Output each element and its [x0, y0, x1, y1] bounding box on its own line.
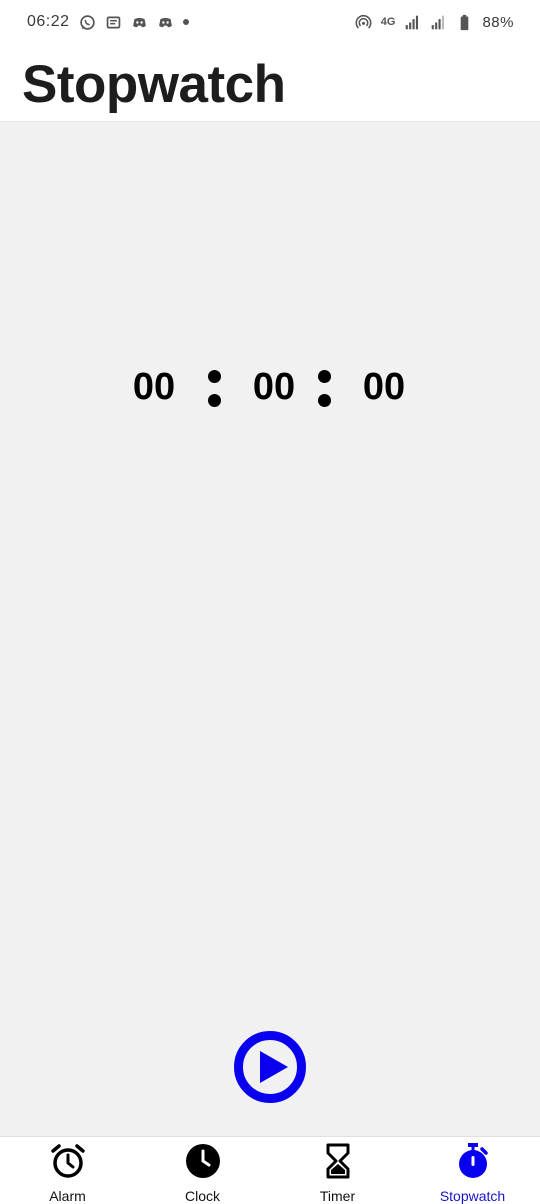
bottom-nav: Alarm Clock Timer Stopwatch [0, 1136, 540, 1204]
battery-icon [456, 14, 473, 31]
nav-label-timer: Timer [319, 1188, 356, 1204]
start-button[interactable] [234, 1031, 306, 1103]
battery-percent: 88% [482, 13, 514, 31]
colon-separator [207, 370, 221, 407]
play-icon [259, 1051, 288, 1083]
alarm-icon [50, 1143, 86, 1179]
clock-icon [185, 1143, 221, 1179]
header: Stopwatch [0, 44, 540, 122]
centiseconds-value: 00 [362, 366, 406, 408]
status-left: 06:22 [27, 13, 189, 31]
seconds-value: 00 [252, 366, 296, 408]
signal-icon [430, 14, 447, 31]
nav-item-clock[interactable]: Clock [135, 1137, 270, 1204]
nav-label-clock: Clock [184, 1188, 220, 1204]
nav-item-timer[interactable]: Timer [270, 1137, 405, 1204]
signal-icon [404, 14, 421, 31]
status-right: 4G 88% [355, 14, 514, 31]
nav-label-stopwatch: Stopwatch [439, 1188, 506, 1204]
message-icon [105, 14, 122, 31]
colon-separator [317, 370, 331, 407]
nav-label-alarm: Alarm [49, 1188, 86, 1204]
notification-dot [182, 19, 189, 25]
status-time: 06:22 [27, 13, 70, 30]
whatsapp-icon [79, 14, 96, 31]
hotspot-icon [355, 14, 372, 31]
discord-icon [157, 14, 174, 31]
nav-item-stopwatch[interactable]: Stopwatch [405, 1137, 540, 1204]
stopwatch-panel: 00 00 00 [0, 122, 540, 1136]
discord-icon [131, 14, 148, 31]
stopwatch-icon [455, 1143, 491, 1179]
time-display: 00 00 00 [0, 360, 540, 420]
nav-item-alarm[interactable]: Alarm [0, 1137, 135, 1204]
status-bar: 06:22 4G 88% [0, 0, 540, 44]
minutes-value: 00 [132, 366, 176, 408]
network-type: 4G [380, 16, 396, 28]
page-title: Stopwatch [22, 55, 286, 114]
hourglass-icon [320, 1143, 356, 1179]
